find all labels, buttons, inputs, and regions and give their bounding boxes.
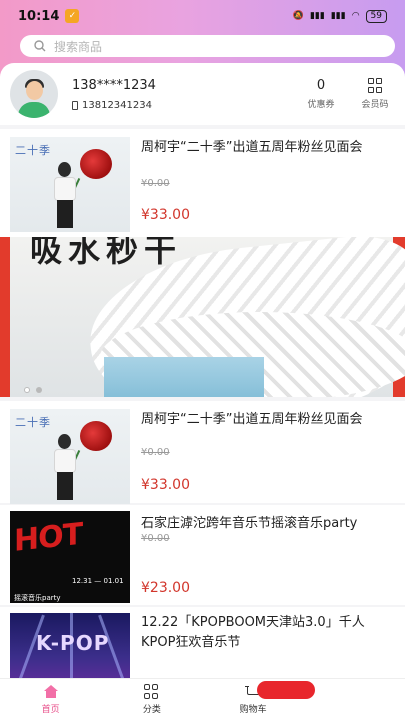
thumbnail-text: 二十季: [15, 416, 51, 429]
category-icon: [144, 684, 159, 699]
product-original-price: ¥0.00: [141, 533, 170, 544]
product-thumbnail[interactable]: 二十季: [10, 137, 130, 232]
user-stats: 0 优惠券 会员码: [303, 78, 393, 110]
carousel-dot[interactable]: [36, 387, 42, 393]
home-icon: [43, 684, 59, 699]
product-card[interactable]: 二十季 周柯宇“二十季”出道五周年粉丝见面会 ¥0.00 ¥33.00: [0, 129, 405, 237]
product-title[interactable]: 石家庄滹沱跨年音乐节摇滚音乐party: [141, 514, 391, 534]
phone-icon: [72, 100, 78, 110]
coupon-count: 0: [316, 78, 326, 93]
bottom-tab-bar: 首页 分类 购物车: [0, 678, 405, 720]
notification-app-icon: ✓: [65, 9, 80, 23]
user-name: 138****1234: [72, 77, 156, 93]
wifi-icon: ◠: [351, 11, 360, 21]
search-placeholder: 搜索商品: [54, 39, 103, 54]
product-original-price: ¥0.00: [141, 447, 170, 458]
carousel-dot-active[interactable]: [24, 387, 30, 393]
battery-icon: 59: [365, 9, 387, 23]
banner-headline: 吸水秒干: [30, 237, 183, 269]
status-icons: 🔕 ▮▮▮ ▮▮▮ ◠ 59: [292, 9, 387, 23]
tab-category[interactable]: 分类: [101, 679, 202, 720]
product-title[interactable]: 周柯宇“二十季”出道五周年粉丝见面会: [141, 138, 391, 158]
search-input[interactable]: 搜索商品: [20, 35, 395, 57]
product-title[interactable]: 周柯宇“二十季”出道五周年粉丝见面会: [141, 410, 391, 430]
user-phone-row: 13812341234: [72, 100, 156, 111]
tab-category-label: 分类: [142, 705, 161, 715]
thumbnail-dates: 12.31 — 01.01: [72, 577, 124, 585]
cart-badge: [257, 681, 315, 699]
tab-cart-label: 购物车: [239, 704, 267, 715]
signal-icon: ▮▮▮: [309, 11, 325, 21]
product-price: ¥23.00: [141, 580, 190, 596]
product-list[interactable]: 二十季 周柯宇“二十季”出道五周年粉丝见面会 ¥0.00 ¥33.00 吸水秒干…: [0, 125, 405, 678]
thumbnail-caption: 摇滚音乐party: [14, 594, 61, 602]
tab-extra[interactable]: [304, 679, 405, 720]
member-code-label: 会员码: [361, 100, 389, 110]
status-bar: 10:14 ✓ 🔕 ▮▮▮ ▮▮▮ ◠ 59: [0, 0, 405, 32]
product-thumbnail[interactable]: 二十季: [10, 409, 130, 504]
user-phone: 13812341234: [82, 99, 152, 111]
product-card[interactable]: K-POP 12.22「KPOPBOOM天津站3.0」千人KPOP狂欢音乐节: [0, 607, 405, 678]
thumbnail-text: 二十季: [15, 144, 51, 157]
tab-home-label: 首页: [41, 704, 60, 715]
thumbnail-text: K-POP: [36, 631, 110, 655]
product-price: ¥33.00: [141, 477, 190, 493]
product-original-price: ¥0.00: [141, 178, 170, 189]
member-code-button[interactable]: 会员码: [357, 78, 393, 110]
user-card: 138****1234 13812341234 0 优惠券 会员码: [0, 63, 405, 125]
product-thumbnail[interactable]: K-POP: [10, 613, 130, 678]
signal-icon-2: ▮▮▮: [330, 11, 346, 21]
product-card[interactable]: 二十季 周柯宇“二十季”出道五周年粉丝见面会 ¥0.00 ¥33.00: [0, 401, 405, 504]
product-price: ¥33.00: [141, 207, 190, 223]
user-info: 138****1234 13812341234: [72, 78, 156, 111]
status-time: 10:14: [18, 8, 60, 24]
tab-home[interactable]: 首页: [0, 679, 101, 720]
product-title[interactable]: 12.22「KPOPBOOM天津站3.0」千人KPOP狂欢音乐节: [141, 613, 391, 653]
product-thumbnail[interactable]: HOT 12.31 — 01.01 摇滚音乐party: [10, 511, 130, 603]
mute-icon: 🔕: [292, 11, 304, 21]
avatar[interactable]: [10, 70, 58, 118]
coupon-button[interactable]: 0 优惠券: [303, 78, 339, 110]
qr-code-icon: [368, 78, 382, 94]
search-icon: [34, 40, 46, 52]
product-card[interactable]: HOT 12.31 — 01.01 摇滚音乐party 石家庄滹沱跨年音乐节摇滚…: [0, 505, 405, 605]
coupon-label: 优惠券: [307, 100, 335, 110]
